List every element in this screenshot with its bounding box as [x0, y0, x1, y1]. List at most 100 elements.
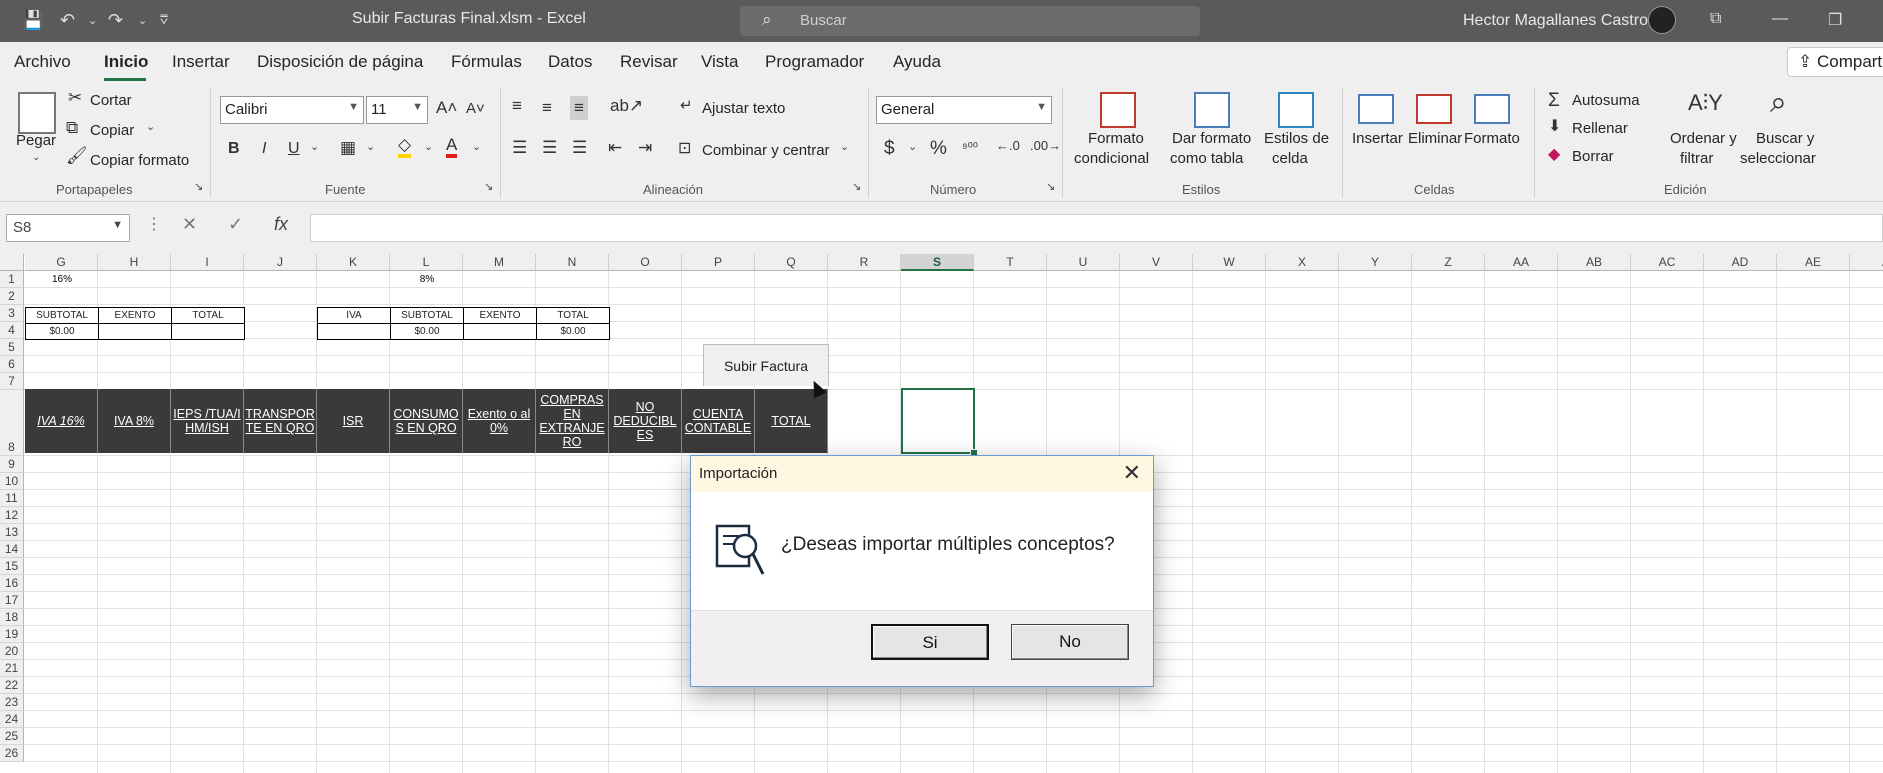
conditional-format-label-2[interactable]: condicional: [1074, 150, 1149, 167]
increase-font-icon[interactable]: A˄: [436, 98, 457, 118]
format-table-label-2[interactable]: como tabla: [1170, 150, 1243, 167]
row-header-17[interactable]: 17: [0, 592, 24, 609]
subir-factura-button[interactable]: Subir Factura: [703, 344, 829, 386]
column-header-ac[interactable]: AC: [1631, 254, 1704, 271]
format-cells-icon[interactable]: [1474, 94, 1510, 124]
close-icon[interactable]: ✕: [1123, 460, 1141, 486]
column-header-x[interactable]: X: [1266, 254, 1339, 271]
column-header-k[interactable]: K: [317, 254, 390, 271]
tab-inicio[interactable]: Inicio: [104, 52, 148, 72]
bold-button[interactable]: B: [228, 140, 240, 158]
merge-icon[interactable]: ⊡: [678, 138, 691, 158]
tab-programador[interactable]: Programador: [765, 52, 864, 72]
decrease-indent-icon[interactable]: ⇤: [608, 138, 622, 158]
increase-indent-icon[interactable]: ⇥: [638, 138, 652, 158]
tab-insertar[interactable]: Insertar: [172, 52, 230, 72]
align-bottom-icon[interactable]: ≡: [570, 96, 588, 120]
wrap-text-icon[interactable]: ↵: [680, 96, 693, 114]
column-header-l[interactable]: L: [390, 254, 463, 271]
cell-styles-icon[interactable]: [1278, 92, 1314, 128]
avatar[interactable]: [1648, 6, 1676, 34]
header-transporte[interactable]: TRANSPOR TE EN QRO: [244, 389, 317, 453]
save-icon[interactable]: 💾: [22, 10, 44, 31]
conditional-format-icon[interactable]: [1100, 92, 1136, 128]
row-header-5[interactable]: 5: [0, 339, 24, 356]
header-consumos[interactable]: CONSUMO S EN QRO: [390, 389, 463, 453]
row-header-20[interactable]: 20: [0, 643, 24, 660]
column-header-n[interactable]: N: [536, 254, 609, 271]
table2-header-total[interactable]: TOTAL: [536, 307, 610, 324]
redo-dropdown-icon[interactable]: ⌄: [138, 14, 147, 27]
increase-decimal-icon[interactable]: ←.0: [996, 138, 1020, 153]
table1-value-exento[interactable]: [98, 323, 172, 340]
row-header-22[interactable]: 22: [0, 677, 24, 694]
number-launcher-icon[interactable]: ↘: [1046, 180, 1055, 193]
row-header-6[interactable]: 6: [0, 356, 24, 373]
undo-icon[interactable]: ↶: [60, 10, 75, 31]
more-options-icon[interactable]: ⋮: [146, 214, 162, 234]
tab-formulas[interactable]: Fórmulas: [451, 52, 522, 72]
decrease-decimal-icon[interactable]: .00→: [1030, 138, 1061, 153]
customize-toolbar-icon[interactable]: ⩢: [160, 12, 168, 28]
insert-cells-icon[interactable]: [1358, 94, 1394, 124]
row-header-3[interactable]: 3: [0, 305, 24, 322]
copy-icon[interactable]: ⧉: [66, 118, 78, 138]
column-header-g[interactable]: G: [25, 254, 98, 271]
column-header-a[interactable]: A: [1850, 254, 1883, 271]
find-select-label-1[interactable]: Buscar y: [1756, 130, 1814, 147]
comma-style-icon[interactable]: ⁹⁰⁰: [962, 140, 978, 156]
header-iva8[interactable]: IVA 8%: [98, 389, 171, 453]
font-size-combo[interactable]: 11 ▼: [366, 96, 428, 124]
header-total[interactable]: TOTAL: [755, 389, 828, 453]
cell-l1[interactable]: 8%: [391, 274, 463, 285]
column-header-y[interactable]: Y: [1339, 254, 1412, 271]
column-header-s[interactable]: S: [901, 254, 974, 271]
undo-dropdown-icon[interactable]: ⌄: [88, 14, 97, 27]
column-header-q[interactable]: Q: [755, 254, 828, 271]
selected-cell[interactable]: [901, 388, 978, 457]
column-header-m[interactable]: M: [463, 254, 536, 271]
clear-icon[interactable]: ◆: [1548, 144, 1560, 164]
copy-dropdown-icon[interactable]: ⌄: [146, 120, 155, 133]
ribbon-display-icon[interactable]: ⧉: [1710, 10, 1721, 28]
table2-value-total[interactable]: $0.00: [536, 323, 610, 340]
cancel-icon[interactable]: ✕: [182, 214, 197, 235]
table2-value-subtotal[interactable]: $0.00: [390, 323, 464, 340]
paste-button[interactable]: Pegar: [16, 132, 56, 149]
table2-header-iva[interactable]: IVA: [317, 307, 391, 324]
row-header-26[interactable]: 26: [0, 745, 24, 762]
align-right-icon[interactable]: ☰: [572, 138, 587, 158]
row-header-8[interactable]: 8: [0, 390, 24, 456]
copy-button[interactable]: Copiar: [90, 122, 134, 139]
row-header-13[interactable]: 13: [0, 524, 24, 541]
header-isr[interactable]: ISR: [317, 389, 390, 453]
sort-filter-label-1[interactable]: Ordenar y: [1670, 130, 1737, 147]
tab-archivo[interactable]: Archivo: [14, 52, 71, 72]
name-box[interactable]: S8 ▼: [6, 214, 130, 242]
format-painter-icon[interactable]: 🖌: [66, 146, 88, 166]
currency-button[interactable]: $: [884, 138, 895, 160]
align-middle-icon[interactable]: ≡: [542, 98, 552, 118]
table1-header-subtotal[interactable]: SUBTOTAL: [25, 307, 99, 324]
cut-button[interactable]: Cortar: [90, 92, 132, 109]
fill-button[interactable]: Rellenar: [1572, 120, 1628, 137]
search-box[interactable]: ⌕ Buscar: [740, 6, 1200, 36]
italic-button[interactable]: I: [262, 140, 266, 158]
find-select-label-2[interactable]: seleccionar: [1740, 150, 1816, 167]
format-table-icon[interactable]: [1194, 92, 1230, 128]
column-header-ad[interactable]: AD: [1704, 254, 1777, 271]
decrease-font-icon[interactable]: A˅: [466, 100, 485, 117]
insert-cells-button[interactable]: Insertar: [1352, 130, 1403, 147]
align-left-icon[interactable]: ☰: [512, 138, 527, 158]
header-cuenta-contable[interactable]: CUENTA CONTABLE: [682, 389, 755, 453]
tab-vista[interactable]: Vista: [701, 52, 739, 72]
align-top-icon[interactable]: ≡: [512, 96, 522, 116]
column-header-o[interactable]: O: [609, 254, 682, 271]
row-header-7[interactable]: 7: [0, 373, 24, 390]
row-header-9[interactable]: 9: [0, 456, 24, 473]
find-select-icon[interactable]: ⌕: [1770, 86, 1787, 120]
conditional-format-label-1[interactable]: Formato: [1088, 130, 1144, 147]
share-button[interactable]: ⇪ Compartir: [1787, 47, 1883, 77]
table2-value-exento[interactable]: [463, 323, 537, 340]
paste-icon[interactable]: [18, 92, 56, 134]
